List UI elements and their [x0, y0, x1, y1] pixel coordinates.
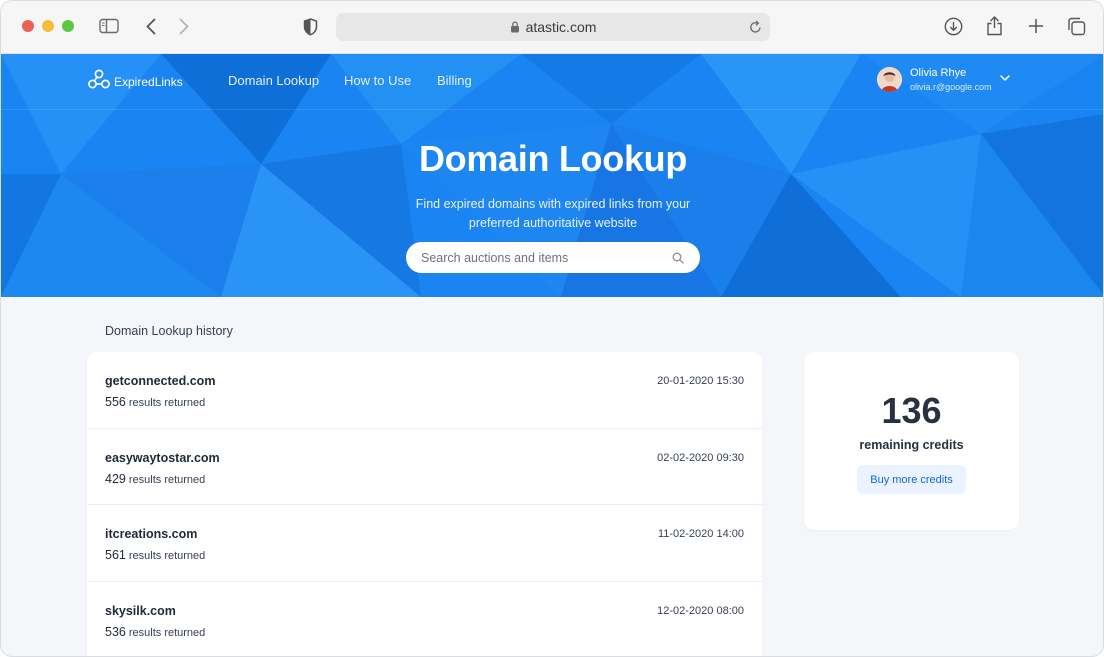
row-results: 536 results returned: [105, 625, 205, 639]
search-input[interactable]: [421, 250, 661, 265]
back-arrow-icon[interactable]: [146, 18, 156, 35]
privacy-shield-icon[interactable]: [303, 18, 318, 36]
logo-text: ExpiredLinks: [114, 74, 183, 89]
row-results-suffix: results returned: [128, 397, 206, 409]
row-count: 536: [105, 624, 126, 639]
row-results: 556 results returned: [105, 395, 205, 409]
search-box: [406, 242, 700, 273]
history-row[interactable]: easywaytostar.com 429 results returned 02…: [87, 429, 762, 505]
row-results: 561 results returned: [105, 548, 205, 562]
history-row[interactable]: getconnected.com 556 results returned 20-…: [87, 352, 762, 429]
row-date: 12-02-2020 08:00: [657, 604, 744, 617]
top-navigation: ExpiredLinks Domain Lookup How to Use Bi…: [1, 54, 1103, 110]
user-info: Olivia Rhye olivia.r@google.com: [910, 66, 992, 92]
history-row[interactable]: skysilk.com 536 results returned 12-02-20…: [87, 582, 762, 657]
avatar: [877, 67, 902, 92]
credits-label: remaining credits: [859, 438, 964, 452]
credits-count: 136: [881, 390, 942, 431]
browser-toolbar: atastic.com: [1, 1, 1103, 54]
row-date: 20-01-2020 15:30: [657, 375, 744, 387]
row-count: 429: [105, 471, 126, 486]
hero-banner: ExpiredLinks Domain Lookup How to Use Bi…: [1, 54, 1103, 297]
nav-how-to-use[interactable]: How to Use: [344, 73, 411, 88]
history-heading: Domain Lookup history: [105, 324, 233, 338]
nav-billing[interactable]: Billing: [437, 73, 472, 88]
row-date: 02-02-2020 09:30: [657, 451, 744, 464]
new-tab-plus-icon[interactable]: [1028, 18, 1044, 34]
share-icon[interactable]: [986, 15, 1003, 36]
page-subtitle: Find expired domains with expired links …: [415, 197, 691, 230]
reload-icon[interactable]: [749, 20, 762, 37]
close-window-button[interactable]: [22, 20, 34, 32]
buy-more-credits-button[interactable]: Buy more credits: [857, 465, 966, 494]
maximize-window-button[interactable]: [62, 20, 74, 32]
history-list: getconnected.com 556 results returned 20-…: [87, 352, 762, 657]
row-results: 429 results returned: [105, 472, 205, 486]
user-name: Olivia Rhye: [910, 66, 967, 79]
logo-mark-icon: [87, 68, 111, 95]
row-count: 556: [105, 395, 126, 409]
row-domain: getconnected.com: [105, 374, 216, 388]
lock-icon: [510, 21, 520, 33]
search-icon[interactable]: [672, 251, 684, 269]
url-text: atastic.com: [525, 19, 597, 35]
minimize-window-button[interactable]: [42, 20, 54, 32]
browser-window: atastic.com ExpiredLinks Domain Lookup H…: [0, 0, 1104, 657]
row-date: 11-02-2020 14:00: [657, 528, 744, 540]
row-domain: skysilk.com: [105, 603, 176, 618]
sidebar-toggle-icon[interactable]: [99, 18, 119, 34]
chevron-down-icon[interactable]: [999, 68, 1010, 86]
row-results-suffix: results returned: [128, 550, 206, 562]
row-results-suffix: results returned: [128, 473, 206, 486]
row-domain: itcreations.com: [105, 527, 198, 541]
forward-arrow-icon[interactable]: [179, 18, 189, 35]
logo[interactable]: ExpiredLinks: [87, 68, 183, 95]
row-count: 561: [105, 548, 126, 562]
row-domain: easywaytostar.com: [105, 450, 220, 465]
user-menu[interactable]: Olivia Rhye olivia.r@google.com: [877, 67, 1010, 92]
credits-card: 136 remaining credits Buy more credits: [804, 352, 1019, 530]
address-bar[interactable]: atastic.com: [336, 13, 770, 41]
tabs-overview-icon[interactable]: [1067, 17, 1086, 36]
page-title: Domain Lookup: [418, 138, 688, 179]
history-row[interactable]: itcreations.com 561 results returned 11-0…: [87, 505, 762, 582]
nav-domain-lookup[interactable]: Domain Lookup: [228, 73, 319, 88]
row-results-suffix: results returned: [128, 626, 206, 639]
user-email: olivia.r@google.com: [910, 81, 992, 92]
download-icon[interactable]: [944, 17, 963, 36]
